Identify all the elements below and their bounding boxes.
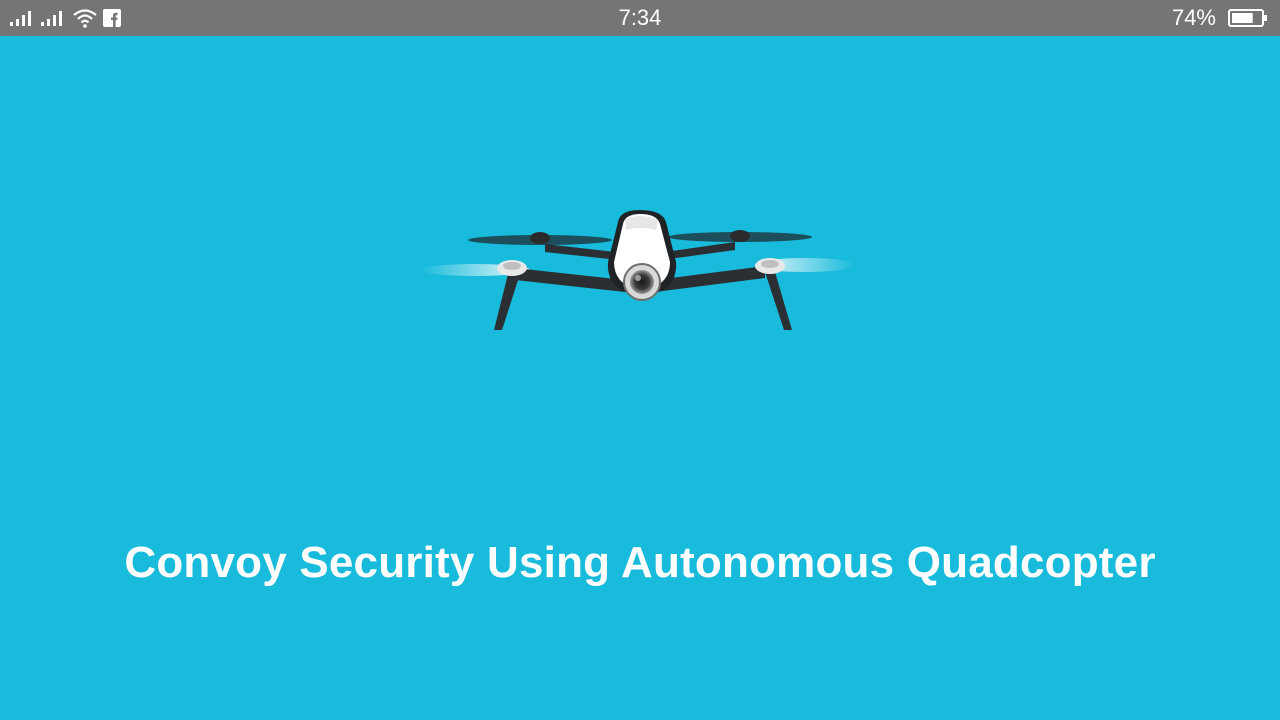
splash-screen: 7:34 74% Convoy Security Using Autonomou…: [0, 0, 1280, 720]
battery-level-fill: [1232, 13, 1253, 23]
battery-icon: [1228, 9, 1267, 27]
drone-image: [420, 210, 855, 330]
status-time: 7:34: [618, 5, 662, 30]
status-icons-right: 74%: [1172, 0, 1268, 36]
app-title: Convoy Security Using Autonomous Quadcop…: [124, 538, 1156, 587]
battery-percent: 74%: [1171, 5, 1216, 30]
status-bar: 7:34 74%: [0, 0, 1280, 36]
